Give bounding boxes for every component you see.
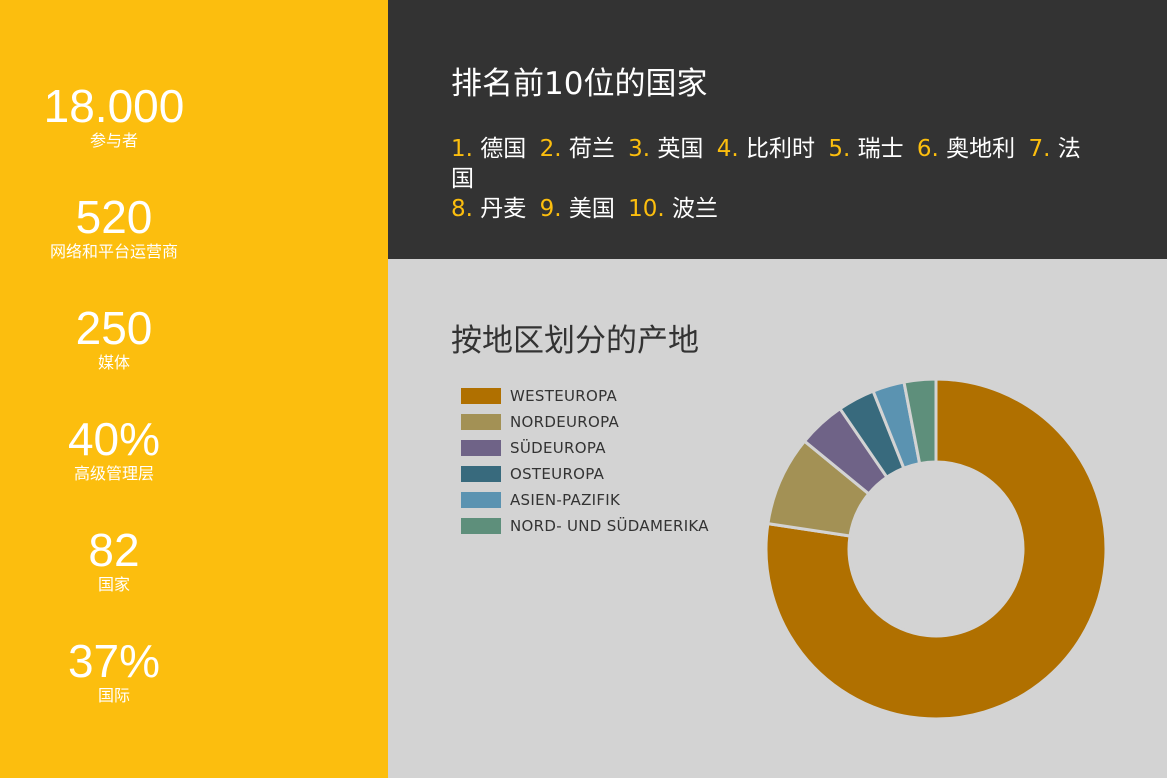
country-name: 英国 (657, 136, 704, 162)
stat-operators: 520 网络和平台运营商 (0, 193, 228, 261)
top-countries-panel: 排名前10位的国家 1. 德国 2. 荷兰 3. 英国 4. 比利时 5. 瑞士… (388, 0, 1167, 259)
stat-label: 网络和平台运营商 (49, 242, 178, 261)
stat-media: 250 媒体 (0, 304, 228, 372)
stat-value: 40% (67, 413, 161, 465)
stat-international: 37% 国际 (0, 637, 228, 705)
country-item: 5. 瑞士 (828, 136, 903, 162)
stats-panel: 18.000 参与者 520 网络和平台运营商 250 媒体 40% 高级管理层… (0, 0, 388, 778)
origin-chart-panel: 按地区划分的产地 WESTEUROPA NORDEUROPA SÜDEUROPA… (388, 259, 1167, 778)
country-rank: 2. (539, 136, 562, 162)
stat-label: 国际 (97, 686, 130, 705)
stat-value: 82 (88, 524, 140, 576)
stat-label: 参与者 (89, 131, 138, 150)
country-rank: 6. (916, 136, 939, 162)
stat-countries: 82 国家 (0, 526, 228, 594)
country-rank: 5. (828, 136, 851, 162)
country-rank: 1. (451, 136, 473, 162)
stat-label: 高级管理层 (73, 464, 154, 483)
top-countries-title: 排名前10位的国家 (451, 66, 708, 102)
top-countries-list: 1. 德国 2. 荷兰 3. 英国 4. 比利时 5. 瑞士 6. 奥地利 7.… (451, 134, 1101, 224)
country-name: 奥地利 (946, 136, 1016, 162)
stat-participants: 18.000 参与者 (0, 82, 228, 150)
country-item: 6. 奥地利 (917, 136, 1015, 162)
country-name: 瑞士 (857, 136, 904, 162)
country-item: 2. 荷兰 (540, 136, 615, 162)
stat-value: 520 (75, 191, 153, 243)
country-item: 3. 英国 (628, 136, 703, 162)
stat-label: 媒体 (97, 353, 130, 372)
donut-chart (764, 377, 1108, 721)
stat-value: 37% (67, 635, 161, 687)
country-rank: 3. (628, 136, 651, 162)
stat-value: 18.000 (43, 80, 185, 132)
country-rank: 4. (716, 136, 739, 162)
country-rank: 8. (451, 196, 473, 222)
country-item: 4. 比利时 (717, 136, 815, 162)
stat-label: 国家 (97, 575, 130, 594)
country-rank: 10. (628, 196, 665, 222)
country-item: 8. 丹麦 (451, 196, 526, 222)
country-name: 丹麦 (480, 196, 527, 222)
stat-senior-management: 40% 高级管理层 (0, 415, 228, 483)
country-rank: 7. (1028, 136, 1051, 162)
country-item: 10. 波兰 (628, 196, 718, 222)
stat-value: 250 (75, 302, 153, 354)
country-rank: 9. (539, 196, 562, 222)
country-name: 荷兰 (568, 136, 615, 162)
country-name: 德国 (480, 136, 527, 162)
country-name: 比利时 (746, 136, 815, 162)
country-name: 美国 (568, 196, 615, 222)
country-item: 1. 德国 (451, 136, 526, 162)
country-item: 9. 美国 (540, 196, 615, 222)
country-name: 波兰 (672, 196, 719, 222)
